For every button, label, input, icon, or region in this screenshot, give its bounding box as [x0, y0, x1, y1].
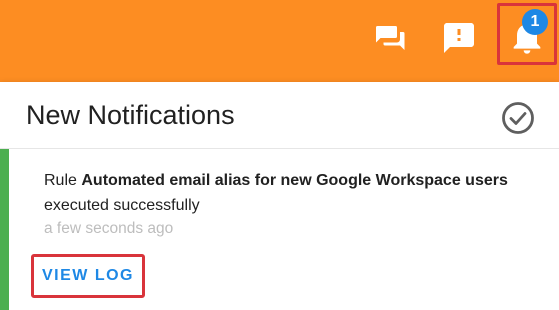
- panel-title: New Notifications: [26, 100, 235, 130]
- chat-icon: [376, 26, 405, 50]
- view-log-button[interactable]: VIEW LOG: [31, 254, 145, 298]
- mark-all-read-button[interactable]: [500, 100, 536, 136]
- notification-count-badge: 1: [522, 9, 548, 35]
- feedback-icon: [444, 23, 474, 53]
- success-status-bar: [0, 149, 9, 310]
- check-circle-icon: [502, 102, 534, 134]
- notification-timestamp: a few seconds ago: [44, 220, 174, 237]
- message-prefix: Rule: [44, 172, 82, 189]
- notification-message: Rule Automated email alias for new Googl…: [44, 168, 544, 218]
- feedback-button[interactable]: [437, 16, 481, 60]
- top-app-bar: 1: [0, 0, 559, 82]
- notification-item: Rule Automated email alias for new Googl…: [0, 149, 559, 310]
- notifications-panel: New Notifications Rule Automated email a…: [0, 82, 559, 310]
- chat-button[interactable]: [369, 16, 413, 60]
- rule-name: Automated email alias for new Google Wor…: [81, 172, 508, 189]
- notifications-button[interactable]: 1: [497, 3, 557, 65]
- message-suffix: executed successfully: [44, 197, 200, 214]
- panel-header: New Notifications: [0, 82, 559, 149]
